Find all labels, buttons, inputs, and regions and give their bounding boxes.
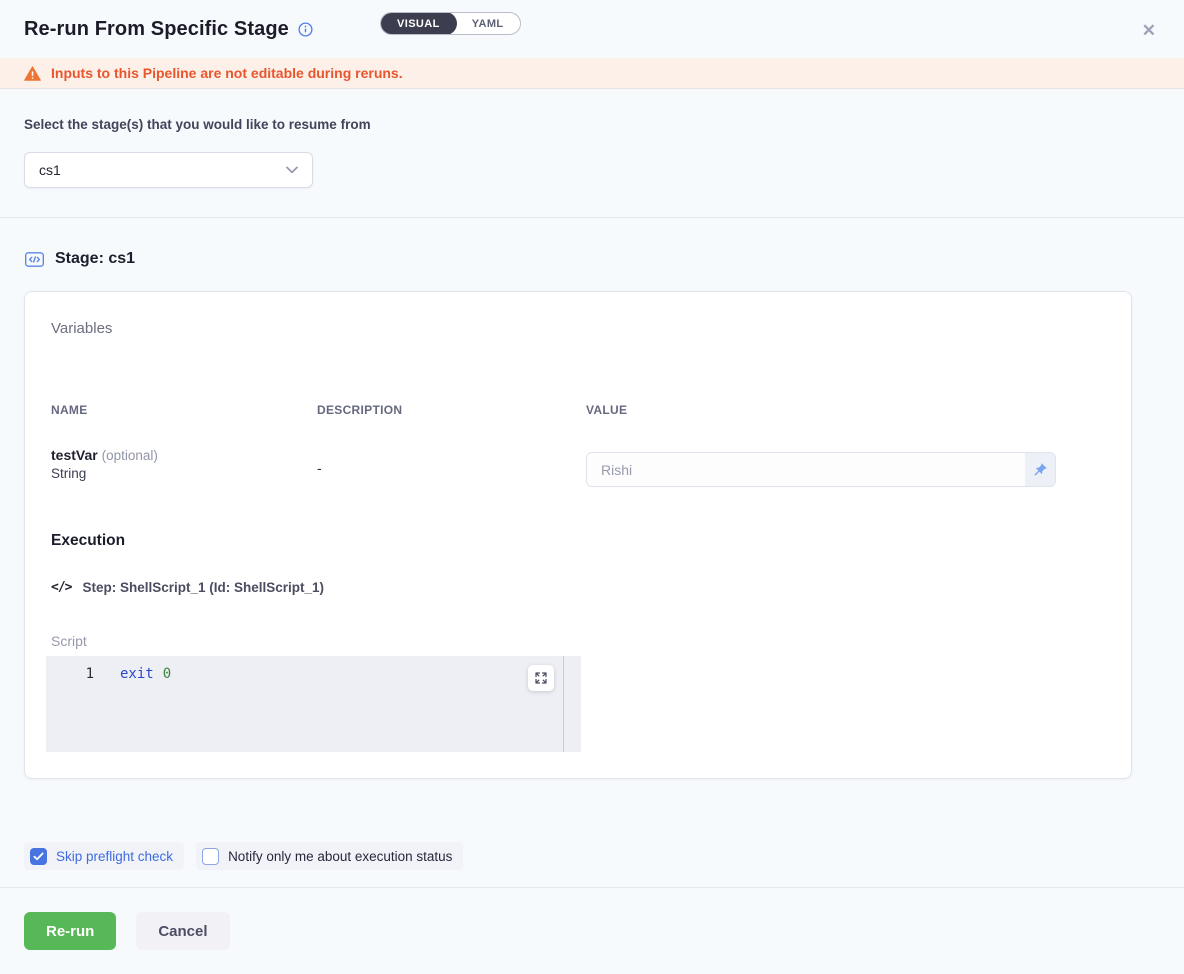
line-number: 1: [46, 664, 94, 684]
code-icon: </>: [51, 580, 71, 595]
stage-dropdown-value: cs1: [39, 162, 61, 178]
code-keyword: exit: [120, 666, 154, 682]
tab-visual[interactable]: VISUAL: [380, 12, 457, 35]
variable-type: String: [51, 466, 158, 481]
visual-yaml-toggle: VISUAL YAML: [380, 12, 521, 35]
code-argument: 0: [163, 666, 171, 682]
tab-yaml[interactable]: YAML: [456, 12, 520, 35]
column-header-description: DESCRIPTION: [317, 403, 402, 417]
modal-header: Re-run From Specific Stage VISUAL YAML ✕: [0, 0, 1184, 58]
notify-only-me-option[interactable]: Notify only me about execution status: [196, 842, 463, 870]
chevron-down-icon: [286, 166, 298, 174]
warning-message: Inputs to this Pipeline are not editable…: [51, 65, 403, 81]
stage-dropdown[interactable]: cs1: [24, 152, 313, 188]
variable-name: testVar: [51, 447, 98, 463]
stage-select-label: Select the stage(s) that you would like …: [24, 117, 1160, 132]
script-field-label: Script: [51, 633, 87, 649]
stage-icon: [24, 249, 45, 270]
column-header-name: NAME: [51, 403, 88, 417]
stage-detail-area: Stage: cs1 Variables NAME DESCRIPTION VA…: [0, 249, 1184, 779]
checkbox-checked-icon[interactable]: [30, 848, 47, 865]
expand-editor-button[interactable]: [528, 665, 554, 691]
warning-icon: [24, 66, 41, 81]
close-icon[interactable]: ✕: [1142, 22, 1156, 39]
variable-value-input[interactable]: [587, 453, 1025, 486]
info-icon[interactable]: [298, 22, 313, 37]
stage-heading-label: Stage: cs1: [55, 250, 135, 268]
code-line: 1 exit 0: [46, 656, 581, 684]
skip-preflight-label: Skip preflight check: [56, 849, 173, 864]
cancel-button[interactable]: Cancel: [136, 912, 229, 950]
stage-heading: Stage: cs1: [24, 249, 1160, 269]
execution-section-title: Execution: [51, 532, 125, 550]
pin-button[interactable]: [1025, 453, 1055, 486]
stage-select-section: Select the stage(s) that you would like …: [0, 89, 1184, 218]
rerun-button[interactable]: Re-run: [24, 912, 116, 950]
pin-icon: [1032, 462, 1048, 478]
checkbox-unchecked-icon[interactable]: [202, 848, 219, 865]
column-header-value: VALUE: [586, 403, 627, 417]
expand-icon: [535, 672, 547, 684]
page-title: Re-run From Specific Stage: [24, 18, 289, 41]
warning-banner: Inputs to this Pipeline are not editable…: [0, 58, 1184, 89]
variables-section-title: Variables: [51, 320, 112, 337]
variable-description-cell: -: [317, 460, 322, 476]
stage-inputs-card: Variables NAME DESCRIPTION VALUE testVar…: [24, 291, 1132, 779]
step-row: </> Step: ShellScript_1 (Id: ShellScript…: [51, 580, 324, 595]
modal-footer: Re-run Cancel: [0, 888, 1184, 974]
script-code-editor[interactable]: 1 exit 0: [46, 656, 581, 752]
step-label: Step: ShellScript_1 (Id: ShellScript_1): [82, 580, 324, 595]
skip-preflight-option[interactable]: Skip preflight check: [24, 842, 184, 870]
run-options-row: Skip preflight check Notify only me abou…: [0, 842, 1184, 870]
editor-scrollbar[interactable]: [563, 656, 564, 752]
variable-optional-note: (optional): [102, 448, 158, 463]
variable-name-cell: testVar (optional) String: [51, 447, 158, 481]
notify-only-me-label: Notify only me about execution status: [228, 849, 452, 864]
variable-value-field: [586, 452, 1056, 487]
